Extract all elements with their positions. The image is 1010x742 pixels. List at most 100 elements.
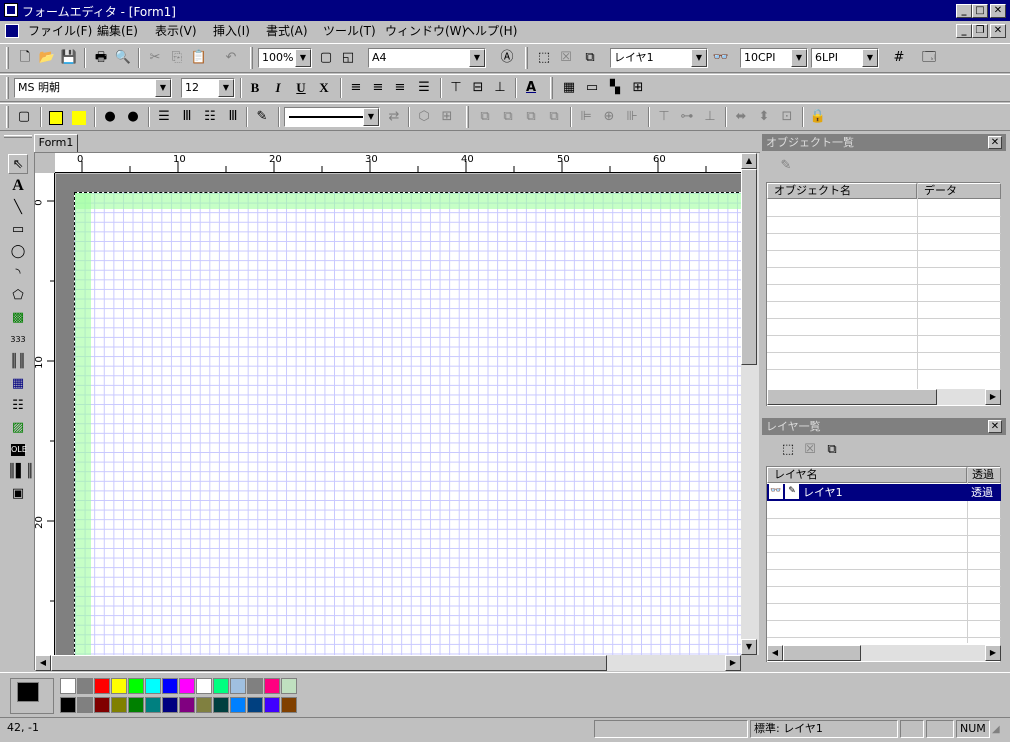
palette-swatch[interactable] xyxy=(162,697,178,713)
close-button[interactable]: ✕ xyxy=(990,4,1006,18)
align-objects-middle-icon[interactable]: ⊶ xyxy=(677,107,697,127)
send-back-icon[interactable]: ⧉ xyxy=(498,107,518,127)
palette-swatch[interactable] xyxy=(111,678,127,694)
rectangle-tool-icon[interactable]: ▭ xyxy=(8,220,28,240)
current-colors[interactable] xyxy=(10,678,54,714)
text-tool-icon[interactable]: A xyxy=(8,176,28,196)
layer-edit-icon[interactable]: ✎ xyxy=(785,484,799,499)
same-size-icon[interactable]: ⊡ xyxy=(777,107,797,127)
arc-tool-icon[interactable]: ◝ xyxy=(8,264,28,284)
object-list-hscroll[interactable]: ▶ xyxy=(767,389,1001,405)
font-size-select[interactable]: 12 ▼ xyxy=(181,78,235,98)
scroll-up-button[interactable]: ▲ xyxy=(741,153,757,169)
vertical-scroll-thumb[interactable] xyxy=(741,169,757,365)
maximize-button[interactable]: □ xyxy=(972,4,988,18)
cpi-select[interactable]: 10CPI ▼ xyxy=(740,48,808,68)
palette-swatch[interactable] xyxy=(230,678,246,694)
lock-icon[interactable]: 🔒 xyxy=(808,107,828,127)
col-data[interactable]: データ xyxy=(917,183,1001,199)
palette-swatch[interactable] xyxy=(281,697,297,713)
palette-swatch[interactable] xyxy=(60,678,76,694)
align-objects-left-icon[interactable]: ⊫ xyxy=(576,107,596,127)
palette-swatch[interactable] xyxy=(77,678,93,694)
menu-format[interactable]: 書式(A) xyxy=(266,23,308,39)
align-objects-bottom-icon[interactable]: ⊥ xyxy=(700,107,720,127)
add-layer-icon[interactable]: ⬚ xyxy=(534,48,554,68)
copy-layer-icon[interactable]: ⧉ xyxy=(822,440,842,460)
menu-edit[interactable]: 編集(E) xyxy=(97,23,138,39)
layer-list-scroll-left[interactable]: ◀ xyxy=(767,645,783,661)
lpi-select[interactable]: 6LPI ▼ xyxy=(811,48,879,68)
ellipse-tool-icon[interactable]: ◯ xyxy=(8,242,28,262)
palette-swatch[interactable] xyxy=(264,678,280,694)
palette-swatch[interactable] xyxy=(196,678,212,694)
minimize-button[interactable]: _ xyxy=(956,4,972,18)
palette-swatch[interactable] xyxy=(196,697,212,713)
properties-icon[interactable]: 🗔 xyxy=(919,48,939,68)
palette-swatch[interactable] xyxy=(213,697,229,713)
text-frame-icon[interactable]: Ⓐ xyxy=(497,48,517,68)
menu-view[interactable]: 表示(V) xyxy=(155,23,197,39)
foreground-color[interactable] xyxy=(17,682,39,702)
align-objects-top-icon[interactable]: ⊤ xyxy=(654,107,674,127)
doc-close-button[interactable]: ✕ xyxy=(990,24,1006,38)
new-layer-icon[interactable]: ⬚ xyxy=(778,440,798,460)
palette-swatch[interactable] xyxy=(94,697,110,713)
layer-list-hscroll[interactable]: ◀ ▶ xyxy=(767,645,1001,661)
valign-top-icon[interactable]: ⊤ xyxy=(446,78,466,98)
layer-list-close-button[interactable]: ✕ xyxy=(988,420,1002,433)
align-objects-right-icon[interactable]: ⊪ xyxy=(622,107,642,127)
layer-list-scroll-right[interactable]: ▶ xyxy=(985,645,1001,661)
vertical-scrollbar[interactable]: ▲ ▼ xyxy=(741,153,759,655)
new-icon[interactable]: 🗋 xyxy=(15,48,35,68)
object-list-close-button[interactable]: ✕ xyxy=(988,136,1002,149)
font-color-icon[interactable]: A xyxy=(521,78,541,98)
design-surface[interactable] xyxy=(56,174,742,655)
resize-grip-icon[interactable]: ◢ xyxy=(992,724,1006,738)
open-icon[interactable]: 📂 xyxy=(37,48,57,68)
paste-icon[interactable]: 📋 xyxy=(189,48,209,68)
menu-insert[interactable]: 挿入(I) xyxy=(213,23,250,39)
rectangle-frame-icon[interactable]: ▢ xyxy=(14,107,34,127)
palette-swatch[interactable] xyxy=(230,697,246,713)
layer-visibility-icon[interactable]: 👓 xyxy=(769,484,783,499)
line-tool-icon[interactable]: ╲ xyxy=(8,198,28,218)
palette-swatch[interactable] xyxy=(111,697,127,713)
fill-color-icon[interactable] xyxy=(49,111,63,125)
valign-bottom-icon[interactable]: ⊥ xyxy=(490,78,510,98)
paper-size-select[interactable]: A4 ▼ xyxy=(368,48,486,68)
align-center-icon[interactable]: ≡ xyxy=(368,78,388,98)
swap-icon[interactable]: ⇄ xyxy=(384,107,404,127)
pen-color-icon[interactable]: ✎ xyxy=(252,107,272,127)
table-tool-icon[interactable]: ▦ xyxy=(8,374,28,394)
table-grid-icon[interactable]: ▦ xyxy=(559,78,579,98)
bring-front-icon[interactable]: ⧉ xyxy=(475,107,495,127)
undo-icon[interactable]: ↶ xyxy=(221,48,241,68)
copy-icon[interactable]: ⎘ xyxy=(167,48,187,68)
form-tool-icon[interactable]: ☷ xyxy=(8,396,28,416)
lines-list-icon[interactable]: ☷ xyxy=(200,107,220,127)
picture-tool-icon[interactable]: ▨ xyxy=(8,418,28,438)
palette-swatch[interactable] xyxy=(128,697,144,713)
align-right-icon[interactable]: ≡ xyxy=(390,78,410,98)
col-transparent[interactable]: 透過 xyxy=(967,467,1001,483)
zoom-select[interactable]: 100% ▼ xyxy=(258,48,312,68)
send-backward-icon[interactable]: ⧉ xyxy=(544,107,564,127)
layer-select[interactable]: レイヤ1 ▼ xyxy=(610,48,708,68)
bold-button[interactable]: B xyxy=(245,78,265,98)
page-icon[interactable]: ▢ xyxy=(316,48,336,68)
menu-file[interactable]: ファイル(F) xyxy=(28,23,92,39)
document-icon[interactable] xyxy=(5,24,19,38)
qrcode-tool-icon[interactable]: ▣ xyxy=(8,484,28,504)
scroll-right-button[interactable]: ▶ xyxy=(725,655,741,671)
lines-horizontal-icon[interactable]: ☰ xyxy=(154,107,174,127)
save-icon[interactable]: 💾 xyxy=(59,48,79,68)
scroll-down-button[interactable]: ▼ xyxy=(741,639,757,655)
justify-icon[interactable]: ☰ xyxy=(414,78,434,98)
doc-minimize-button[interactable]: _ xyxy=(956,24,972,38)
merge-cells-icon[interactable]: ⊞ xyxy=(437,107,457,127)
layer-visibility-icon[interactable]: 👓 xyxy=(711,48,731,68)
select-tool-icon[interactable]: ⇖ xyxy=(8,154,28,174)
image-tool-icon[interactable]: ▩ xyxy=(8,308,28,328)
menu-window[interactable]: ウィンドウ(W) xyxy=(385,23,466,39)
